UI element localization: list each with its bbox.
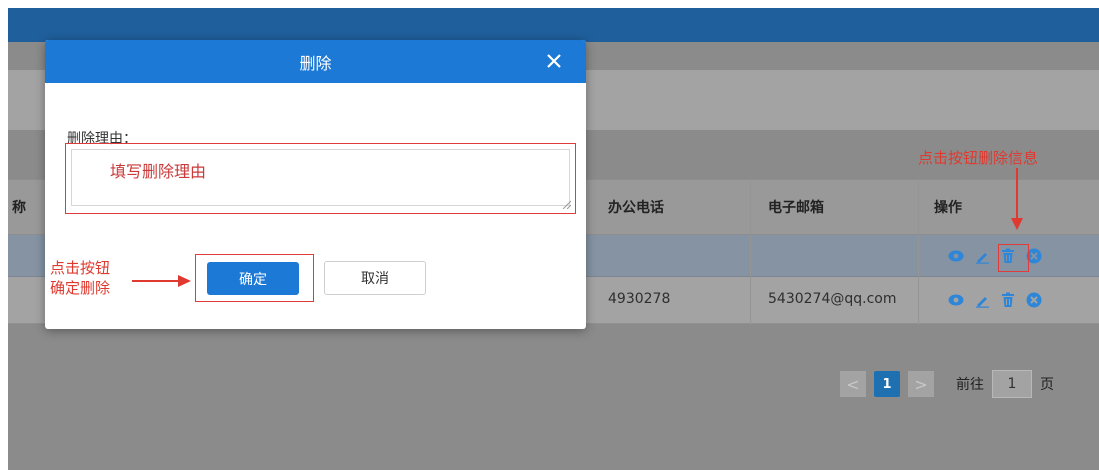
page-suffix: 页	[1040, 377, 1054, 393]
column-divider	[918, 179, 919, 325]
goto-label: 前往	[956, 377, 984, 393]
prev-page-button[interactable]: <	[840, 371, 866, 397]
cell-office-phone: 4930278	[608, 291, 671, 307]
annotation-arrow-down-icon	[1011, 168, 1023, 230]
resize-grip-icon[interactable]	[561, 199, 571, 209]
annotation-confirm-hint-line2: 确定删除	[50, 279, 111, 297]
row-actions	[948, 292, 1042, 308]
cancel-button[interactable]: 取消	[324, 261, 426, 295]
column-header-actions: 操作	[934, 200, 962, 216]
column-divider	[750, 179, 751, 325]
dialog-header: 删除	[45, 40, 586, 83]
trash-icon[interactable]	[1000, 292, 1016, 308]
annotation-confirm-hint-line1: 点击按钮	[50, 259, 111, 277]
annotation-highlight-frame: 确定	[195, 254, 314, 302]
delete-dialog: 删除 删除理由： 确定 取消	[45, 40, 586, 329]
annotation-highlight-frame	[998, 244, 1029, 272]
eye-icon[interactable]	[948, 292, 964, 308]
confirm-button[interactable]: 确定	[207, 262, 299, 295]
dialog-title: 删除	[299, 53, 332, 73]
column-header-email: 电子邮箱	[768, 200, 824, 216]
annotation-highlight-frame	[65, 143, 576, 214]
page-number-current[interactable]: 1	[874, 371, 900, 397]
goto-page-input[interactable]	[992, 370, 1032, 398]
column-header-name: 称	[12, 200, 26, 216]
pagination: < 1 > 前往 页	[840, 370, 1054, 398]
annotation-arrow-right-icon	[132, 275, 191, 287]
next-page-button[interactable]: >	[908, 371, 934, 397]
column-header-office-phone: 办公电话	[608, 200, 664, 216]
close-icon[interactable]	[542, 49, 566, 73]
eye-icon[interactable]	[948, 248, 964, 264]
top-nav-bar	[8, 8, 1099, 42]
annotation-confirm-hint: 点击按钮 确定删除	[50, 258, 110, 298]
cell-email: 5430274@qq.com	[768, 291, 897, 307]
annotation-delete-hint: 点击按钮删除信息	[918, 149, 1039, 167]
edit-icon[interactable]	[974, 248, 990, 264]
reason-textarea[interactable]	[71, 149, 570, 206]
edit-icon[interactable]	[974, 292, 990, 308]
close-circle-icon[interactable]	[1026, 292, 1042, 308]
